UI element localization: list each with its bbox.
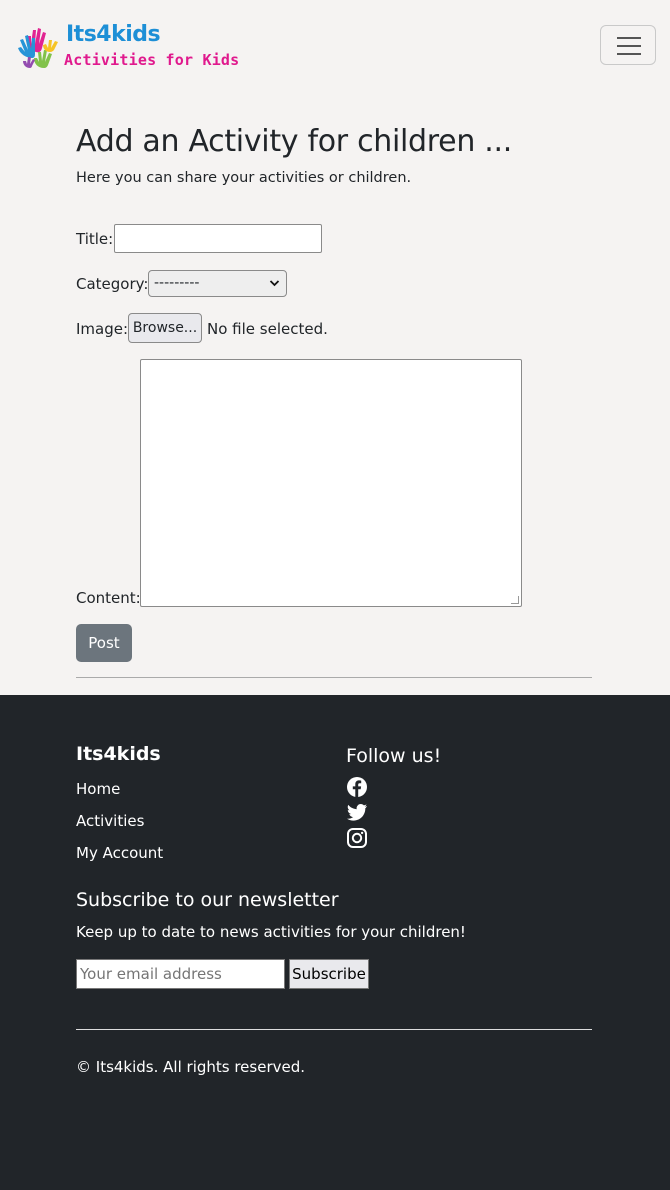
hamburger-menu-icon xyxy=(617,53,641,55)
page-lead: Here you can share your activities or ch… xyxy=(76,170,412,186)
facebook-icon[interactable] xyxy=(346,776,368,798)
newsletter-email-input[interactable]: Your email address xyxy=(76,959,285,989)
footer-link-my-account[interactable]: My Account xyxy=(76,844,163,876)
twitter-icon[interactable] xyxy=(346,801,368,823)
browse-file-button[interactable]: Browse... xyxy=(128,313,202,343)
category-select[interactable]: --------- xyxy=(148,270,287,297)
content-textarea[interactable] xyxy=(140,359,522,607)
brand-logo[interactable]: Its4kids Activities for Kids xyxy=(14,22,244,76)
footer-link-activities[interactable]: Activities xyxy=(76,812,163,844)
subscribe-button[interactable]: Subscribe xyxy=(289,959,369,989)
logo-title: Its4kids xyxy=(66,22,161,47)
navbar-toggler-button[interactable] xyxy=(600,25,656,65)
category-selected-value: --------- xyxy=(154,275,200,291)
page-title: Add an Activity for children ... xyxy=(76,124,512,159)
newsletter-text: Keep up to date to news activities for y… xyxy=(76,923,466,941)
footer-divider xyxy=(76,1029,592,1030)
footer-brand: Its4kids xyxy=(76,743,161,765)
file-status-text: No file selected. xyxy=(207,320,328,338)
hamburger-menu-icon xyxy=(617,45,641,47)
hands-logo-icon xyxy=(18,28,58,68)
title-input[interactable] xyxy=(114,224,322,253)
main-content: Add an Activity for children ... Here yo… xyxy=(76,120,592,678)
navbar: Its4kids Activities for Kids xyxy=(0,0,670,94)
hamburger-menu-icon xyxy=(617,37,641,39)
newsletter-title: Subscribe to our newsletter xyxy=(76,889,339,911)
chevron-down-icon xyxy=(269,271,280,305)
footer-link-home[interactable]: Home xyxy=(76,780,163,812)
resize-handle-icon[interactable] xyxy=(511,596,519,604)
content-label: Content: xyxy=(76,589,141,607)
post-button[interactable]: Post xyxy=(76,624,132,662)
divider xyxy=(76,677,592,678)
category-label: Category: xyxy=(76,275,149,293)
title-label: Title: xyxy=(76,230,114,248)
image-label: Image: xyxy=(76,320,129,338)
instagram-icon[interactable] xyxy=(346,827,368,849)
footer-links: Home Activities My Account xyxy=(76,780,163,876)
footer: Its4kids Home Activities My Account Foll… xyxy=(0,695,670,1190)
copyright-text: © Its4kids. All rights reserved. xyxy=(76,1058,306,1076)
follow-us-title: Follow us! xyxy=(346,745,442,767)
logo-subtitle: Activities for Kids xyxy=(64,51,240,69)
